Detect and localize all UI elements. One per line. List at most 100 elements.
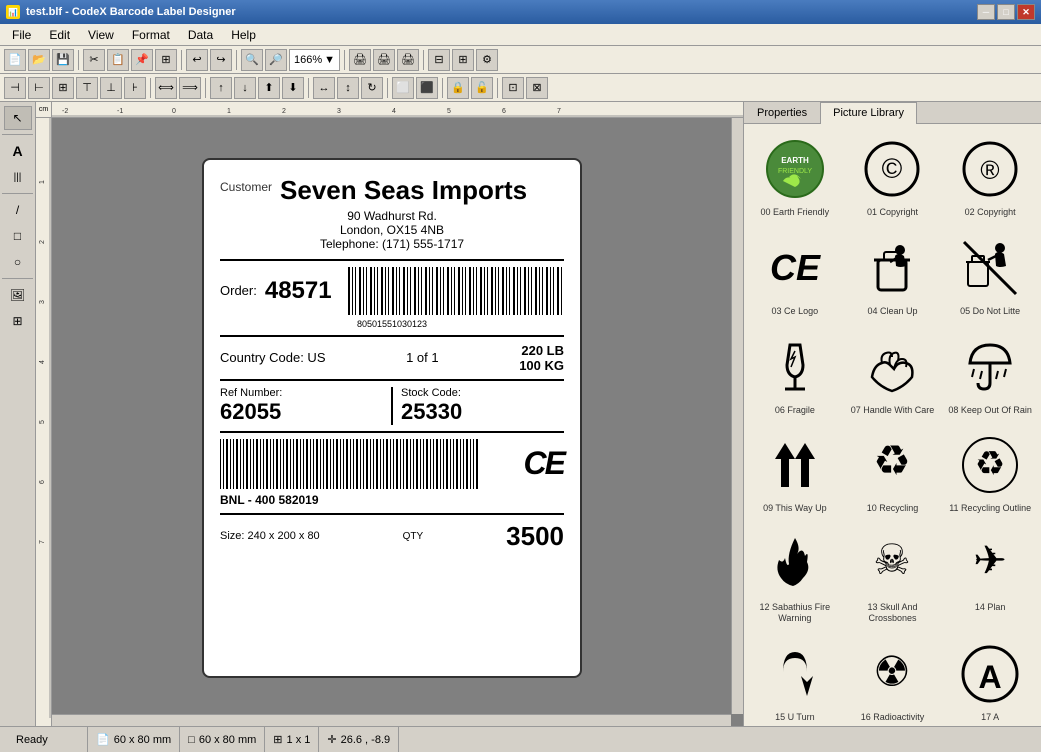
menu-format[interactable]: Format [124, 26, 178, 44]
window-controls[interactable]: ─ □ ✕ [977, 4, 1035, 20]
vertical-scrollbar[interactable] [731, 118, 743, 714]
open-button[interactable]: 📂 [28, 49, 50, 71]
pic-item-12[interactable]: 12 Sabathius Fire Warning [748, 523, 842, 629]
undo-button[interactable]: ↩ [186, 49, 208, 71]
menu-view[interactable]: View [80, 26, 122, 44]
align-middle-button[interactable]: ⊥ [100, 77, 122, 99]
align-right-button[interactable]: ⊞ [52, 77, 74, 99]
new-button[interactable]: 📄 [4, 49, 26, 71]
zoom-in-button[interactable]: 🔎 [265, 49, 287, 71]
text-tool[interactable]: A [4, 139, 32, 163]
picture-tool[interactable]: 🖼 [4, 283, 32, 307]
firewarning-icon [759, 528, 831, 600]
tab-picture-library[interactable]: Picture Library [820, 102, 917, 124]
paste-button[interactable]: 📌 [131, 49, 153, 71]
minimize-button[interactable]: ─ [977, 4, 995, 20]
flip-h-button[interactable]: ↔ [313, 77, 335, 99]
field-button[interactable]: ⊟ [428, 49, 450, 71]
handlewithcare-icon [856, 331, 928, 403]
ungroup-button[interactable]: ⬛ [416, 77, 438, 99]
pic-item-16[interactable]: ☢ 16 Radioactivity [846, 633, 940, 726]
line-tool[interactable]: / [4, 198, 32, 222]
db2-button[interactable]: ⊠ [526, 77, 548, 99]
tool-sep3 [2, 278, 33, 279]
pic-item-05[interactable]: 05 Do Not Litte [943, 227, 1037, 322]
pic-item-02[interactable]: ® 02 Copyright [943, 128, 1037, 223]
pic-item-03[interactable]: CE 03 Ce Logo [748, 227, 842, 322]
pic-item-14[interactable]: ✈ 14 Plan [943, 523, 1037, 629]
pic-item-07[interactable]: 07 Handle With Care [846, 326, 940, 421]
unlock-button[interactable]: 🔓 [471, 77, 493, 99]
order-forward-button[interactable]: ⬆ [258, 77, 280, 99]
divider4 [220, 431, 564, 433]
pic-item-10[interactable]: ♻ 10 Recycling [846, 424, 940, 519]
oval-tool[interactable]: ○ [4, 250, 32, 274]
svg-text:7: 7 [557, 108, 561, 115]
barcode-tool[interactable]: ||| [4, 165, 32, 189]
save-button[interactable]: 💾 [52, 49, 74, 71]
cut-button[interactable]: ✂ [83, 49, 105, 71]
pic-item-13[interactable]: ☠ 13 Skull And Crossbones [846, 523, 940, 629]
pic-label-11: 11 Recycling Outline [949, 503, 1031, 514]
pic-item-15[interactable]: 15 U Turn [748, 633, 842, 726]
pic-item-17[interactable]: A 17 A [943, 633, 1037, 726]
print-button[interactable]: 🖨 [373, 49, 395, 71]
pic-item-08[interactable]: 08 Keep Out Of Rain [943, 326, 1037, 421]
print2-button[interactable]: 🖨 [397, 49, 419, 71]
order-front-button[interactable]: ↑ [210, 77, 232, 99]
shape-tool[interactable]: ⊞ [4, 309, 32, 333]
maximize-button[interactable]: □ [997, 4, 1015, 20]
paste2-button[interactable]: ⊞ [155, 49, 177, 71]
pic-item-00[interactable]: EARTH FRIENDLY 00 Earth Friendly [748, 128, 842, 223]
grid-button[interactable]: ⊞ [452, 49, 474, 71]
sep2 [181, 50, 182, 70]
pic-item-01[interactable]: © 01 Copyright [846, 128, 940, 223]
copy-button[interactable]: 📋 [107, 49, 129, 71]
menu-bar: File Edit View Format Data Help [0, 24, 1041, 46]
zoom-out-button[interactable]: 🔍 [241, 49, 263, 71]
preview-button[interactable]: 🖨 [349, 49, 371, 71]
zoom-chevron-icon[interactable]: ▼ [324, 54, 335, 66]
select-tool[interactable]: ↖ [4, 106, 32, 130]
distribute-h-button[interactable]: ⟺ [155, 77, 177, 99]
svg-text:-1: -1 [117, 108, 123, 115]
grid-icon: ⊞ [273, 733, 282, 746]
flip-v-button[interactable]: ↕ [337, 77, 359, 99]
pic-item-04[interactable]: 04 Clean Up [846, 227, 940, 322]
label-card[interactable]: Customer Seven Seas Imports 90 Wadhurst … [202, 158, 582, 678]
zoom-dropdown[interactable]: 166% ▼ [289, 49, 340, 71]
svg-text:5: 5 [447, 108, 451, 115]
close-button[interactable]: ✕ [1017, 4, 1035, 20]
align-bottom-button[interactable]: ⊦ [124, 77, 146, 99]
pic-label-01: 01 Copyright [867, 207, 918, 218]
rotate-button[interactable]: ↻ [361, 77, 383, 99]
menu-help[interactable]: Help [223, 26, 264, 44]
status-size1: 📄 60 x 80 mm [88, 727, 180, 752]
menu-edit[interactable]: Edit [41, 26, 78, 44]
pic-item-06[interactable]: 06 Fragile [748, 326, 842, 421]
grid-text: 1 x 1 [287, 734, 311, 746]
order-back-button[interactable]: ↓ [234, 77, 256, 99]
align-top-button[interactable]: ⊤ [76, 77, 98, 99]
align-left-button[interactable]: ⊣ [4, 77, 26, 99]
align-center-button[interactable]: ⊢ [28, 77, 50, 99]
pic-item-11[interactable]: ♻ 11 Recycling Outline [943, 424, 1037, 519]
tab-properties[interactable]: Properties [744, 102, 820, 123]
title-bar: 📊 test.blf - CodeX Barcode Label Designe… [0, 0, 1041, 24]
db-button[interactable]: ⊡ [502, 77, 524, 99]
redo-button[interactable]: ↪ [210, 49, 232, 71]
menu-data[interactable]: Data [180, 26, 221, 44]
group-button[interactable]: ⬜ [392, 77, 414, 99]
pic-item-09[interactable]: 09 This Way Up [748, 424, 842, 519]
horizontal-scrollbar[interactable] [52, 714, 731, 726]
lock-button[interactable]: 🔒 [447, 77, 469, 99]
barcode2 [220, 439, 480, 489]
canvas-content[interactable]: Customer Seven Seas Imports 90 Wadhurst … [52, 118, 731, 714]
size-label: Size: 240 x 200 x 80 [220, 530, 320, 542]
settings-button[interactable]: ⚙ [476, 49, 498, 71]
order-backward-button[interactable]: ⬇ [282, 77, 304, 99]
distribute-v-button[interactable]: ⟹ [179, 77, 201, 99]
rect-tool[interactable]: □ [4, 224, 32, 248]
of-label: 1 of 1 [406, 350, 439, 365]
menu-file[interactable]: File [4, 26, 39, 44]
